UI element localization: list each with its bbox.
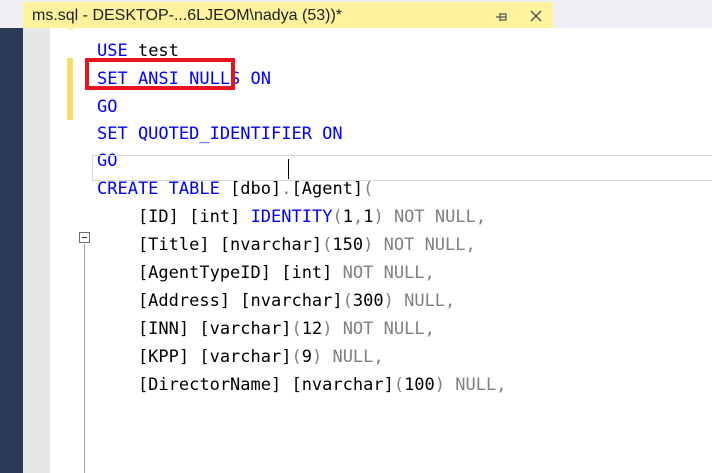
code-token: [KPP] [varchar]	[97, 347, 292, 367]
code-token: )	[311, 347, 323, 367]
current-line-indicator	[92, 155, 712, 181]
code-token: [int]	[189, 207, 241, 227]
code-token: (	[342, 291, 353, 311]
code-token: .	[281, 179, 292, 199]
code-token: [ID]	[97, 207, 190, 227]
tab-title: ms.sql - DESKTOP-...6LJEOM\nadya (53))*	[32, 7, 343, 24]
editor-gutter	[23, 28, 50, 473]
code-token: NULL,	[445, 375, 507, 395]
tab-strip: ms.sql - DESKTOP-...6LJEOM\nadya (53))*	[0, 0, 712, 30]
code-token: [Address] [nvarchar]	[97, 291, 343, 311]
code-token: )	[363, 235, 374, 255]
code-token: [Title] [nvarchar]	[97, 235, 323, 255]
code-token: )	[383, 291, 394, 311]
collapse-icon[interactable]	[79, 232, 90, 243]
code-line: GO	[97, 94, 117, 121]
text-caret	[288, 159, 289, 179]
code-line: [INN] [varchar](12) NOT NULL,	[97, 316, 435, 343]
code-token: 150	[332, 235, 364, 255]
code-token: [dbo]	[219, 179, 282, 199]
code-token: IDENTITY	[250, 207, 333, 227]
left-panel-edge	[0, 28, 23, 473]
code-token: [INN] [varchar]	[97, 319, 292, 339]
code-token: [AgentTypeID] [int]	[97, 263, 333, 283]
code-token: NOT NULL,	[332, 263, 435, 283]
code-token: (	[363, 179, 374, 199]
code-token: (	[332, 207, 343, 227]
code-token: GO	[97, 97, 118, 117]
code-token: 1	[342, 207, 353, 227]
code-line: [AgentTypeID] [int] NOT NULL,	[97, 260, 435, 287]
code-token: 100	[404, 375, 435, 395]
code-token: ,	[352, 207, 364, 227]
code-token: (	[322, 235, 333, 255]
code-token: SET QUOTED_IDENTIFIER ON	[97, 124, 343, 144]
code-line: [Address] [nvarchar](300) NULL,	[97, 288, 455, 315]
code-token: 1	[363, 207, 374, 227]
code-line: SET QUOTED_IDENTIFIER ON	[97, 121, 343, 148]
code-token: (	[291, 319, 302, 339]
code-token: (	[393, 375, 405, 395]
code-token: 9	[301, 347, 312, 367]
code-token: 12	[301, 319, 323, 339]
close-icon[interactable]	[529, 9, 543, 23]
code-token: (	[291, 347, 302, 367]
code-token: NULL,	[322, 347, 384, 367]
code-line: [DirectorName] [nvarchar](100) NULL,	[97, 372, 507, 399]
code-token: [Agent]	[291, 179, 364, 199]
code-token: NOT NULL,	[383, 207, 487, 227]
outline-guide	[84, 244, 85, 473]
code-token: )	[434, 375, 446, 395]
code-line: [ID] [int] IDENTITY(1,1) NOT NULL,	[97, 204, 486, 231]
code-token: CREATE TABLE	[97, 179, 220, 199]
pin-icon[interactable]	[495, 11, 509, 23]
code-token: )	[373, 207, 384, 227]
code-token: [DirectorName] [nvarchar]	[97, 375, 394, 395]
code-token: 300	[352, 291, 384, 311]
code-editor[interactable]: USE test SET ANSI_NULLS ON GO SET QUOTED_ID…	[73, 28, 712, 473]
highlight-box	[85, 58, 235, 90]
code-token: NOT NULL,	[373, 235, 476, 255]
code-line: [KPP] [varchar](9) NULL,	[97, 344, 384, 371]
code-token: NOT NULL,	[332, 319, 435, 339]
document-tab[interactable]: ms.sql - DESKTOP-...6LJEOM\nadya (53))*	[23, 2, 553, 30]
code-line: [Title] [nvarchar](150) NOT NULL,	[97, 232, 476, 259]
code-token: NULL,	[393, 291, 456, 311]
code-token: )	[322, 319, 333, 339]
editor-line-margin	[50, 28, 68, 473]
